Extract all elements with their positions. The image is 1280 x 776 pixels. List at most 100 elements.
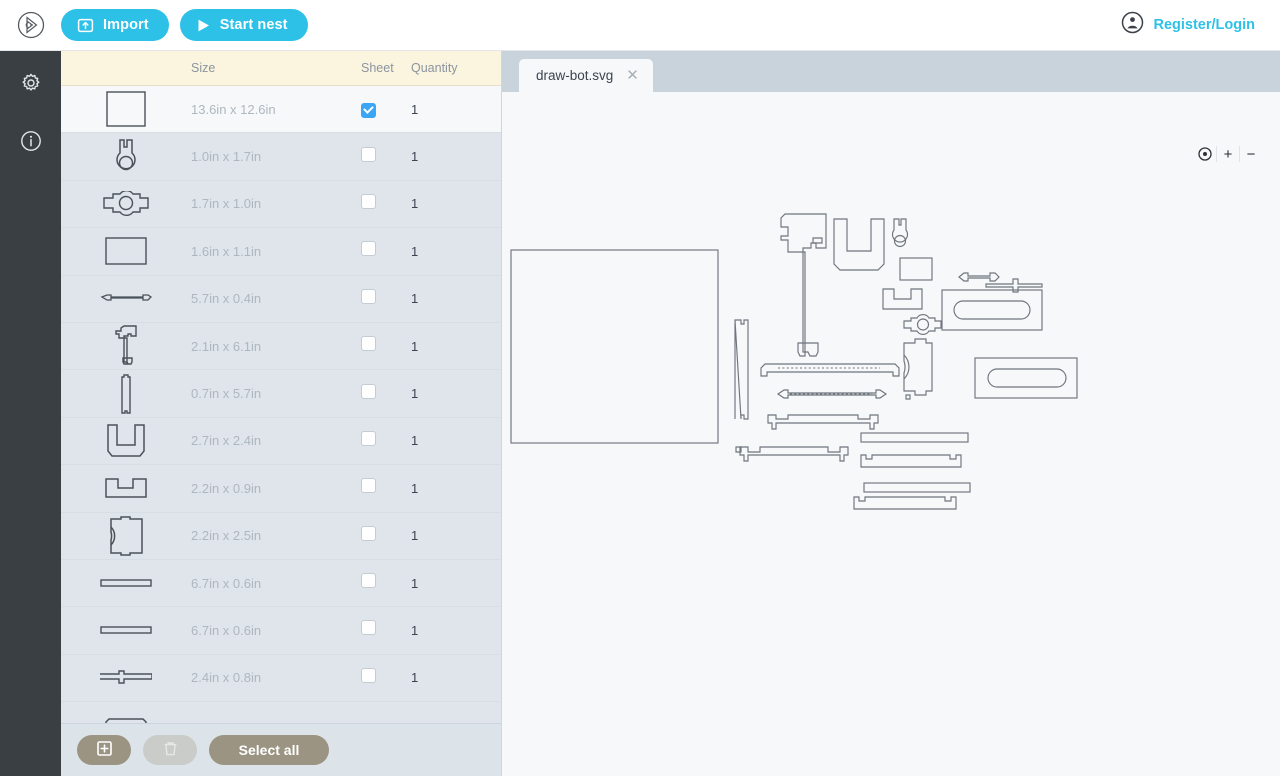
table-row[interactable]: 5.7in x 0.4in 1 bbox=[61, 276, 501, 323]
sheet-cell bbox=[361, 336, 411, 356]
parts-panel: Size Sheet Quantity 13.6in x 12.6in11.0i… bbox=[61, 51, 502, 776]
sheet-outline bbox=[511, 250, 718, 443]
part-size-label: 5.7in x 0.4in bbox=[191, 291, 361, 306]
table-row[interactable]: 2.2in x 2.5in1 bbox=[61, 513, 501, 560]
sheet-checkbox[interactable] bbox=[361, 103, 376, 118]
sheet-checkbox[interactable] bbox=[361, 147, 376, 162]
parts-table-header: Size Sheet Quantity bbox=[61, 51, 501, 86]
part-thumbnail-u-bracket bbox=[61, 418, 191, 464]
select-all-button[interactable]: Select all bbox=[209, 735, 329, 765]
workspace: draw-bot.svg ✕ bbox=[502, 51, 1280, 776]
zoom-in-button[interactable]: + bbox=[1217, 143, 1239, 165]
tab-draw-bot-svg[interactable]: draw-bot.svg ✕ bbox=[519, 59, 653, 92]
sheet-checkbox[interactable] bbox=[361, 620, 376, 635]
top-toolbar: Import Start nest Register/Login bbox=[0, 0, 1280, 51]
info-circle-icon bbox=[20, 130, 42, 152]
table-row[interactable]: 6.7in x 0.6in1 bbox=[61, 607, 501, 654]
rail-item-settings[interactable] bbox=[18, 70, 44, 96]
table-row[interactable]: 2.7in x 2.4in 1 bbox=[61, 418, 501, 465]
sheet-cell bbox=[361, 668, 411, 688]
sheet-checkbox[interactable] bbox=[361, 526, 376, 541]
import-file-icon bbox=[77, 17, 94, 34]
part-size-label: 0.7in x 5.7in bbox=[191, 386, 361, 401]
part-quantity-label: 1 bbox=[411, 528, 501, 543]
sheet-cell bbox=[361, 147, 411, 167]
table-row[interactable]: 1.6in x 1.1in 1 bbox=[61, 228, 501, 275]
play-icon bbox=[196, 18, 211, 33]
part-thumbnail-slim-bar bbox=[61, 370, 191, 416]
table-row[interactable]: 0.7in x 5.7in 1 bbox=[61, 370, 501, 417]
part-quantity-label: 1 bbox=[411, 623, 501, 638]
part-quantity-label: 1 bbox=[411, 291, 501, 306]
column-header-size: Size bbox=[191, 61, 361, 75]
part-thumbnail-long-strip bbox=[61, 607, 191, 653]
part-thumbnail-bone-clip bbox=[61, 133, 191, 179]
sheet-checkbox[interactable] bbox=[361, 431, 376, 446]
part-thumbnail-cross-bar bbox=[61, 655, 191, 701]
table-row[interactable] bbox=[61, 702, 501, 723]
part-thumbnail-thin-rod bbox=[61, 276, 191, 322]
user-circle-icon[interactable] bbox=[1121, 11, 1144, 39]
part-thumbnail-l-arm bbox=[61, 323, 191, 369]
table-row[interactable]: 1.7in x 1.0in1 bbox=[61, 181, 501, 228]
table-row[interactable]: 2.4in x 0.8in1 bbox=[61, 655, 501, 702]
sheet-checkbox[interactable] bbox=[361, 336, 376, 351]
part-size-label: 2.2in x 0.9in bbox=[191, 481, 361, 496]
sheet-checkbox[interactable] bbox=[361, 478, 376, 493]
table-row[interactable]: 1.0in x 1.7in 1 bbox=[61, 133, 501, 180]
sheet-cell bbox=[361, 431, 411, 451]
nest-canvas[interactable]: + − bbox=[502, 92, 1280, 776]
register-login-link[interactable]: Register/Login bbox=[1153, 17, 1255, 33]
sheet-cell bbox=[361, 478, 411, 498]
add-part-button[interactable] bbox=[77, 735, 131, 765]
sheet-cell bbox=[361, 384, 411, 404]
part-thumbnail-c-hook bbox=[61, 513, 191, 559]
table-row[interactable]: 2.2in x 0.9in 1 bbox=[61, 465, 501, 512]
part-thumbnail-square-sheet bbox=[61, 86, 191, 132]
table-row[interactable]: 2.1in x 6.1in1 bbox=[61, 323, 501, 370]
part-quantity-label: 1 bbox=[411, 433, 501, 448]
sheet-cell bbox=[361, 620, 411, 640]
rail-item-info[interactable] bbox=[18, 128, 44, 154]
parts-list[interactable]: 13.6in x 12.6in11.0in x 1.7in11.7in x 1.… bbox=[61, 86, 501, 723]
table-row[interactable]: 13.6in x 12.6in 1 bbox=[61, 86, 501, 133]
sheet-cell bbox=[361, 573, 411, 593]
start-nest-button[interactable]: Start nest bbox=[180, 9, 308, 41]
part-quantity-label: 1 bbox=[411, 196, 501, 211]
part-quantity-label: 1 bbox=[411, 576, 501, 591]
sheet-checkbox[interactable] bbox=[361, 194, 376, 209]
app-logo[interactable] bbox=[0, 10, 61, 40]
column-header-sheet: Sheet bbox=[361, 61, 411, 75]
part-size-label: 1.6in x 1.1in bbox=[191, 244, 361, 259]
zoom-out-button[interactable]: − bbox=[1240, 143, 1262, 165]
sheet-cell bbox=[361, 100, 411, 118]
part-quantity-label: 1 bbox=[411, 102, 501, 117]
left-rail bbox=[0, 51, 61, 776]
part-quantity-label: 1 bbox=[411, 481, 501, 496]
part-quantity-label: 1 bbox=[411, 339, 501, 354]
table-row[interactable]: 6.7in x 0.6in1 bbox=[61, 560, 501, 607]
part-thumbnail-notch-plate bbox=[61, 465, 191, 511]
sheet-checkbox[interactable] bbox=[361, 289, 376, 304]
part-thumbnail-pulley-clamp bbox=[61, 181, 191, 227]
sheet-checkbox[interactable] bbox=[361, 573, 376, 588]
sheet-cell bbox=[361, 289, 411, 309]
import-button-label: Import bbox=[103, 17, 149, 33]
gear-icon bbox=[20, 72, 42, 94]
part-quantity-label: 1 bbox=[411, 386, 501, 401]
close-icon[interactable]: ✕ bbox=[626, 68, 639, 83]
zoom-fit-button[interactable] bbox=[1194, 143, 1216, 165]
part-size-label: 2.4in x 0.8in bbox=[191, 670, 361, 685]
part-quantity-label: 1 bbox=[411, 244, 501, 259]
delete-part-button[interactable] bbox=[143, 735, 197, 765]
part-quantity-label: 1 bbox=[411, 149, 501, 164]
part-size-label: 1.0in x 1.7in bbox=[191, 149, 361, 164]
part-size-label: 13.6in x 12.6in bbox=[191, 102, 361, 117]
sheet-checkbox[interactable] bbox=[361, 384, 376, 399]
import-button[interactable]: Import bbox=[61, 9, 169, 41]
sheet-checkbox[interactable] bbox=[361, 241, 376, 256]
tab-strip: draw-bot.svg ✕ bbox=[502, 51, 1280, 92]
sheet-cell bbox=[361, 241, 411, 261]
part-size-label: 2.7in x 2.4in bbox=[191, 433, 361, 448]
sheet-checkbox[interactable] bbox=[361, 668, 376, 683]
